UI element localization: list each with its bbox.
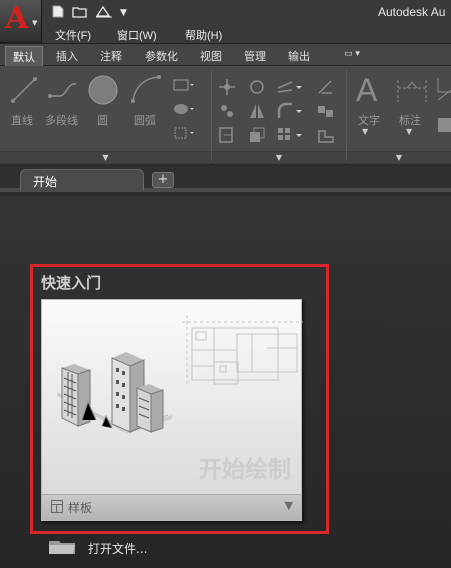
draw-panel-expand[interactable]: ▼ xyxy=(0,151,211,164)
array-tool-icon[interactable] xyxy=(276,126,304,147)
tab-default[interactable]: 默认 xyxy=(5,46,43,67)
rotate-tool-icon[interactable] xyxy=(248,78,266,99)
tab-annotate[interactable]: 注释 xyxy=(100,48,122,64)
ribbon-options-icon[interactable]: ▭ ▾ xyxy=(344,49,360,59)
chevron-down-icon[interactable]: ▼ xyxy=(406,128,412,136)
tab-parametric[interactable]: 参数化 xyxy=(145,48,178,64)
modify-panel-expand[interactable]: ▼ xyxy=(212,151,346,164)
chevron-down-icon: ▼ xyxy=(32,19,38,27)
erase-tool-icon[interactable] xyxy=(316,78,336,99)
text-tool-icon[interactable]: A xyxy=(356,72,377,109)
tab-insert[interactable]: 插入 xyxy=(56,48,78,64)
panel-divider xyxy=(346,70,347,160)
copy-tool-icon[interactable] xyxy=(218,102,236,123)
quick-start-heading: 快速入门 xyxy=(41,274,102,292)
menu-help[interactable]: 帮助(H) xyxy=(185,27,222,43)
polyline-tool-icon[interactable] xyxy=(47,76,81,107)
scale-tool-icon[interactable] xyxy=(248,126,266,147)
new-tab-button[interactable]: + xyxy=(152,172,174,188)
template-label: 样板 xyxy=(68,501,93,515)
offset-tool-icon[interactable] xyxy=(316,126,336,147)
line-label: 直线 xyxy=(11,114,33,127)
tab-manage[interactable]: 管理 xyxy=(244,48,266,64)
polyline-label: 多段线 xyxy=(45,114,78,127)
annotation-panel-expand[interactable]: ▼ xyxy=(347,151,451,164)
dimension-tool-icon[interactable] xyxy=(395,76,429,107)
new-file-icon[interactable] xyxy=(52,5,64,21)
trim-tool-icon[interactable] xyxy=(276,78,304,99)
rectangle-tool-icon[interactable] xyxy=(172,78,194,95)
explode-tool-icon[interactable] xyxy=(316,102,336,123)
ribbon-tab-bar: 默认 插入 注释 参数化 视图 管理 输出 ▭ ▾ xyxy=(0,44,451,67)
template-selector[interactable]: 样板 ▼ xyxy=(42,494,301,520)
fillet-tool-icon[interactable] xyxy=(276,102,304,123)
mirror-tool-icon[interactable] xyxy=(248,102,266,123)
stretch-tool-icon[interactable] xyxy=(218,126,236,147)
tab-start[interactable]: 开始 xyxy=(20,169,144,191)
chevron-down-icon: ▼ xyxy=(395,153,403,162)
dimension-label: 标注 xyxy=(399,114,421,127)
tab-output[interactable]: 输出 xyxy=(288,48,310,64)
start-drawing-card[interactable]: 开始绘制 样板 ▼ xyxy=(41,299,303,521)
circle-tool-icon[interactable] xyxy=(87,74,119,109)
line-tool-icon[interactable] xyxy=(10,76,38,107)
application-menu-button[interactable]: A ▼ xyxy=(0,0,42,43)
tab-start-label: 开始 xyxy=(33,175,58,189)
arc-tool-icon[interactable] xyxy=(130,74,162,107)
chevron-down-icon: ▼ xyxy=(275,153,283,162)
move-tool-icon[interactable] xyxy=(218,78,236,99)
text-label: 文字 xyxy=(358,114,380,127)
quick-access-dropdown-icon[interactable]: ▼ xyxy=(120,6,127,20)
template-icon xyxy=(51,500,63,513)
template-dropdown-icon[interactable]: ▼ xyxy=(285,499,293,512)
chevron-down-icon: ▼ xyxy=(102,153,109,162)
circle-label: 圆 xyxy=(97,114,108,127)
ribbon-panel-area: 直线 多段线 圆 圆弧 ▼ ▼ A 文字 ▼ 标注 ▼ ▼ xyxy=(0,66,451,164)
start-drawing-title: 开始绘制 xyxy=(199,456,291,483)
leader-tool-icon[interactable] xyxy=(434,76,451,139)
region-tool-icon[interactable] xyxy=(172,126,194,143)
window-title: Autodesk Au xyxy=(378,5,446,19)
chevron-down-icon[interactable]: ▼ xyxy=(362,128,368,136)
tab-view[interactable]: 视图 xyxy=(200,48,222,64)
menu-window[interactable]: 窗口(W) xyxy=(117,27,157,43)
panel-divider xyxy=(211,70,212,160)
menu-file[interactable]: 文件(F) xyxy=(55,27,91,43)
hatch-tool-icon[interactable] xyxy=(172,102,194,119)
open-folder-icon[interactable] xyxy=(72,5,87,21)
save-icon[interactable] xyxy=(95,5,113,21)
arc-label: 圆弧 xyxy=(134,114,156,127)
folder-icon xyxy=(49,541,75,554)
open-file-label: 打开文件... xyxy=(88,542,148,556)
autocad-logo-icon: A xyxy=(5,1,29,36)
title-bar: A ▼ ▼ Autodesk Au 文件(F) 窗口(W) 帮助(H) xyxy=(0,0,451,44)
